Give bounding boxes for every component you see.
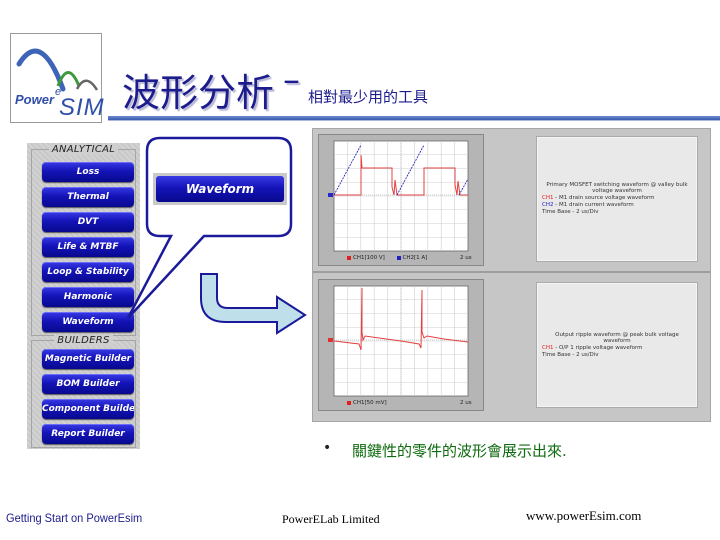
ch1-marker <box>328 338 333 342</box>
scope-1-desc-line: Time Base - 2 us/Div <box>542 209 599 215</box>
scope-2-desc-line: - O/P 1 ripple voltage waveform <box>555 345 643 351</box>
curved-arrow-icon <box>200 273 307 335</box>
ch1-label: CH1[100 V] <box>353 255 385 261</box>
footer-course-title: Getting Start on PowerEsim <box>6 511 143 525</box>
scope-1: CH1[100 V] CH2[1 A] 2 us <box>318 134 484 266</box>
scope-1-timebase: 2 us <box>460 255 472 261</box>
scope-2: CH1[50 mV] 2 us <box>318 279 484 411</box>
scope-2-description: Output ripple waveform @ peak bulk volta… <box>536 282 698 408</box>
scope-2-legend: CH1[50 mV] <box>347 400 387 406</box>
callout-waveform-label: Waveform <box>156 176 284 202</box>
ch2-label: CH2[1 A] <box>402 255 428 261</box>
scope-2-desc-line: Time Base - 2 us/Div <box>542 352 599 358</box>
scope-2-timebase: 2 us <box>460 400 472 406</box>
footer-company: PowerELab Limited <box>282 512 380 526</box>
ch2-marker <box>328 193 333 197</box>
footer-website-link[interactable]: www.powerEsim.com <box>526 508 641 524</box>
bullet-marker: • <box>323 440 332 456</box>
waveform-panel: CH1[100 V] CH2[1 A] 2 us Primary MOSFET … <box>312 128 711 422</box>
scope-1-desc-line: - M1 drain source voltage waveform <box>555 195 655 201</box>
scope-2-desc-title: Output ripple waveform @ peak bulk volta… <box>555 332 679 344</box>
scope-1-legend: CH1[100 V] CH2[1 A] <box>347 255 427 261</box>
scope-1-description: Primary MOSFET switching waveform @ vall… <box>536 136 698 262</box>
callout-waveform-button[interactable]: Waveform <box>153 173 287 205</box>
ch1-label: CH1[50 mV] <box>353 400 387 406</box>
scope-1-desc-title: Primary MOSFET switching waveform @ vall… <box>546 182 688 194</box>
bullet-text: 關鍵性的零件的波形會展示出來. <box>352 442 567 460</box>
panel-divider <box>313 271 710 273</box>
scope-1-desc-line: - M1 drain current waveform <box>555 202 634 208</box>
